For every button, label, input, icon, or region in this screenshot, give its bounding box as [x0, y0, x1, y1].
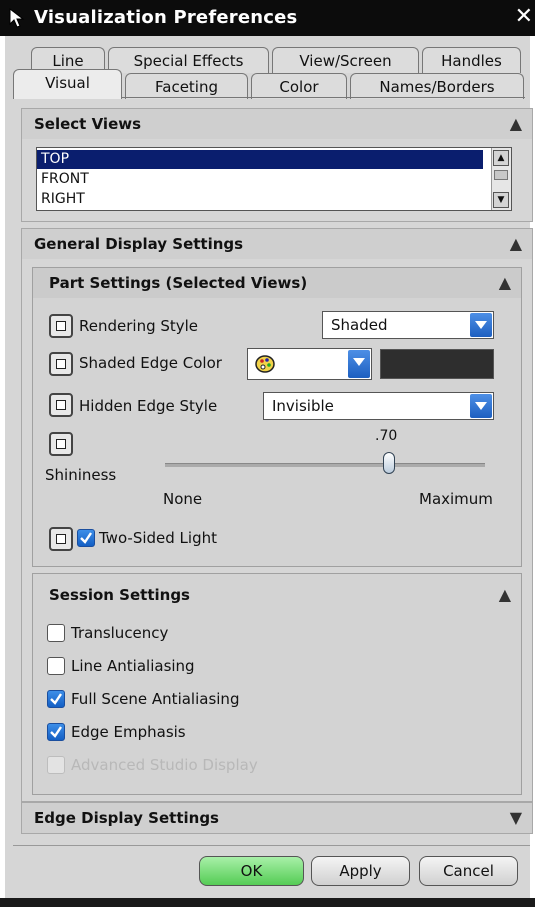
tab-special-effects[interactable]: Special Effects — [108, 47, 269, 73]
dropdown-arrow-icon[interactable] — [470, 313, 492, 337]
two-sided-light-toggle[interactable] — [49, 527, 73, 551]
rendering-style-label: Rendering Style — [79, 317, 199, 335]
shininess-label: Shininess — [45, 466, 117, 484]
chevron-up-icon[interactable]: ▲ — [510, 229, 522, 259]
cancel-button[interactable]: Cancel — [419, 856, 518, 886]
list-item-right[interactable]: RIGHT — [37, 190, 483, 209]
chevron-up-icon[interactable]: ▲ — [499, 268, 511, 298]
hidden-edge-style-toggle[interactable] — [49, 393, 73, 417]
tab-names-borders[interactable]: Names/Borders — [350, 73, 524, 99]
rendering-style-value: Shaded — [331, 316, 388, 334]
chevron-down-icon[interactable]: ▼ — [510, 803, 522, 833]
edge-display-panel: Edge Display Settings ▼ — [21, 802, 533, 834]
translucency-checkbox[interactable] — [47, 624, 65, 642]
palette-icon — [255, 355, 275, 373]
hidden-edge-style-select[interactable]: Invisible — [263, 392, 494, 420]
checkmark-icon — [80, 532, 92, 544]
session-settings-header[interactable]: Session Settings ▲ — [33, 580, 521, 610]
shaded-edge-color-select[interactable] — [247, 348, 372, 380]
shininess-slider-track[interactable] — [165, 463, 485, 467]
close-icon[interactable]: ✕ — [515, 4, 533, 29]
dropdown-arrow-icon[interactable] — [348, 350, 370, 378]
cursor-icon — [9, 7, 25, 28]
edge-emphasis-label: Edge Emphasis — [71, 723, 186, 741]
select-views-title: Select Views — [34, 115, 142, 133]
shininess-slider-thumb[interactable] — [383, 452, 395, 474]
tab-faceting[interactable]: Faceting — [125, 73, 248, 99]
bottom-border — [0, 898, 535, 907]
shininess-min-label: None — [163, 490, 203, 508]
hidden-edge-style-value: Invisible — [272, 397, 334, 415]
shaded-edge-color-swatch[interactable] — [380, 349, 494, 379]
shaded-edge-color-toggle[interactable] — [49, 352, 73, 376]
general-display-panel: General Display Settings ▲ Part Settings… — [21, 228, 533, 802]
rendering-style-select[interactable]: Shaded — [322, 311, 494, 339]
hidden-edge-style-label: Hidden Edge Style — [79, 397, 218, 415]
footer-separator — [13, 845, 530, 846]
scroll-up-icon[interactable]: ▲ — [493, 150, 509, 166]
shininess-value: .70 — [375, 428, 398, 444]
general-display-header[interactable]: General Display Settings ▲ — [22, 229, 532, 259]
views-listbox[interactable]: TOP FRONT RIGHT ▲ ▼ — [36, 147, 512, 211]
two-sided-light-label: Two-Sided Light — [99, 529, 217, 547]
shaded-edge-color-label: Shaded Edge Color — [79, 354, 222, 372]
list-item-top[interactable]: TOP — [37, 150, 483, 169]
line-antialiasing-label: Line Antialiasing — [71, 657, 195, 675]
part-settings-group: Part Settings (Selected Views) ▲ Renderi… — [32, 267, 522, 567]
tab-handles[interactable]: Handles — [422, 47, 521, 73]
checkmark-icon — [50, 726, 62, 738]
edge-display-header[interactable]: Edge Display Settings ▼ — [22, 803, 532, 833]
general-display-title: General Display Settings — [34, 235, 244, 253]
rendering-style-toggle[interactable] — [49, 314, 73, 338]
chevron-up-icon[interactable]: ▲ — [510, 109, 522, 139]
line-antialiasing-checkbox[interactable] — [47, 657, 65, 675]
session-settings-group: Session Settings ▲ Translucency Line Ant… — [32, 573, 522, 795]
full-scene-antialiasing-checkbox[interactable] — [47, 690, 65, 708]
session-settings-title: Session Settings — [49, 586, 190, 604]
edge-display-title: Edge Display Settings — [34, 809, 219, 827]
scroll-down-icon[interactable]: ▼ — [493, 192, 509, 208]
dropdown-arrow-icon[interactable] — [470, 394, 492, 418]
full-scene-antialiasing-label: Full Scene Antialiasing — [71, 690, 240, 708]
edge-emphasis-checkbox[interactable] — [47, 723, 65, 741]
chevron-up-icon[interactable]: ▲ — [499, 580, 511, 610]
title-bar: Visualization Preferences ✕ — [0, 0, 535, 36]
select-views-header[interactable]: Select Views ▲ — [22, 109, 532, 139]
shininess-max-label: Maximum — [419, 490, 493, 508]
tab-visual[interactable]: Visual — [13, 69, 122, 99]
translucency-label: Translucency — [71, 624, 169, 642]
shininess-toggle[interactable] — [49, 432, 73, 456]
ok-button[interactable]: OK — [199, 856, 304, 886]
list-item-front[interactable]: FRONT — [37, 170, 483, 189]
tab-color[interactable]: Color — [251, 73, 347, 99]
apply-button[interactable]: Apply — [311, 856, 410, 886]
window-title: Visualization Preferences — [34, 7, 298, 28]
part-settings-header[interactable]: Part Settings (Selected Views) ▲ — [33, 268, 521, 298]
two-sided-light-checkbox[interactable] — [77, 529, 95, 547]
scroll-thumb[interactable] — [494, 170, 508, 180]
part-settings-title: Part Settings (Selected Views) — [49, 274, 308, 292]
advanced-studio-display-label: Advanced Studio Display — [71, 756, 258, 774]
checkmark-icon — [50, 693, 62, 705]
tab-view-screen[interactable]: View/Screen — [272, 47, 419, 73]
list-scrollbar[interactable]: ▲ ▼ — [491, 148, 511, 210]
advanced-studio-display-checkbox — [47, 756, 65, 774]
